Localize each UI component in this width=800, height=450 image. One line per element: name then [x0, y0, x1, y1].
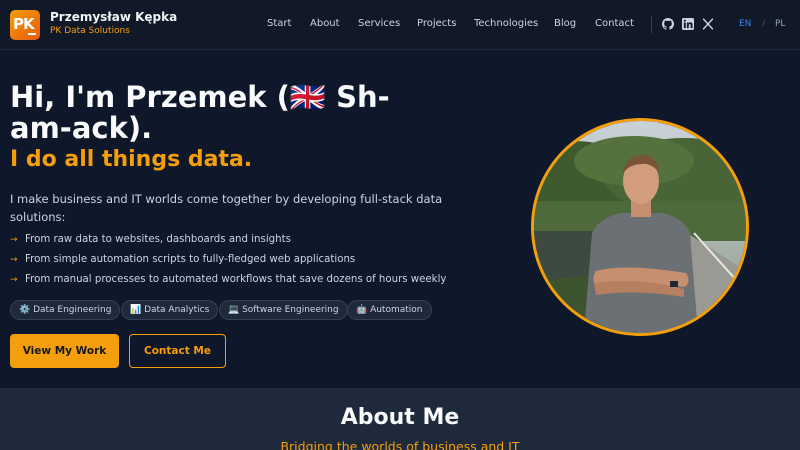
- tag-automation: 🤖 Automation: [347, 300, 432, 320]
- nav-contact[interactable]: Contact: [595, 18, 634, 29]
- top-navbar: PK Przemysław Kępka PK Data Solutions St…: [0, 0, 800, 50]
- lang-pl[interactable]: PL: [775, 19, 785, 29]
- hero-intro: I make business and IT worlds come toget…: [10, 192, 443, 224]
- list-item: → From raw data to websites, dashboards a…: [10, 232, 490, 252]
- tag-data-analytics: 📊 Data Analytics: [121, 300, 219, 320]
- nav-about[interactable]: About: [310, 18, 340, 29]
- tag-data-engineering: ⚙️ Data Engineering: [10, 300, 121, 320]
- main-menu: Start About Services Projects Technologi…: [0, 18, 800, 32]
- arrow-icon: →: [10, 235, 18, 245]
- contact-me-button[interactable]: Contact Me: [129, 334, 226, 368]
- lang-divider: /: [762, 19, 766, 29]
- linkedin-icon[interactable]: [682, 18, 694, 30]
- hero-heading: Hi, I'm Przemek (🇬🇧 Sh-am-ack).: [10, 80, 390, 145]
- x-icon[interactable]: [702, 18, 714, 30]
- profile-photo: [531, 118, 749, 336]
- view-my-work-button[interactable]: View My Work: [10, 334, 119, 368]
- list-item: → From simple automation scripts to fully…: [10, 252, 490, 272]
- hero-bullet-list: → From raw data to websites, dashboards a…: [10, 232, 490, 292]
- nav-blog[interactable]: Blog: [554, 18, 576, 29]
- github-icon[interactable]: [662, 18, 674, 30]
- lang-en[interactable]: EN: [739, 19, 751, 29]
- arrow-icon: →: [10, 255, 18, 265]
- nav-services[interactable]: Services: [358, 18, 400, 29]
- about-section: About Me Bridging the worlds of business…: [0, 388, 800, 450]
- hero-tagline: I do all things data.: [10, 147, 253, 172]
- about-subtitle: Bridging the worlds of business and IT: [280, 439, 520, 450]
- tag-software-engineering: 💻 Software Engineering: [219, 300, 348, 320]
- list-item: → From manual processes to automated work…: [10, 272, 490, 292]
- nav-projects[interactable]: Projects: [417, 18, 456, 29]
- nav-technologies[interactable]: Technologies: [474, 18, 538, 29]
- logo-underscore: [28, 33, 36, 35]
- nav-divider: [651, 16, 652, 33]
- arrow-icon: →: [10, 275, 18, 285]
- nav-start[interactable]: Start: [267, 18, 291, 29]
- about-title: About Me: [340, 405, 460, 430]
